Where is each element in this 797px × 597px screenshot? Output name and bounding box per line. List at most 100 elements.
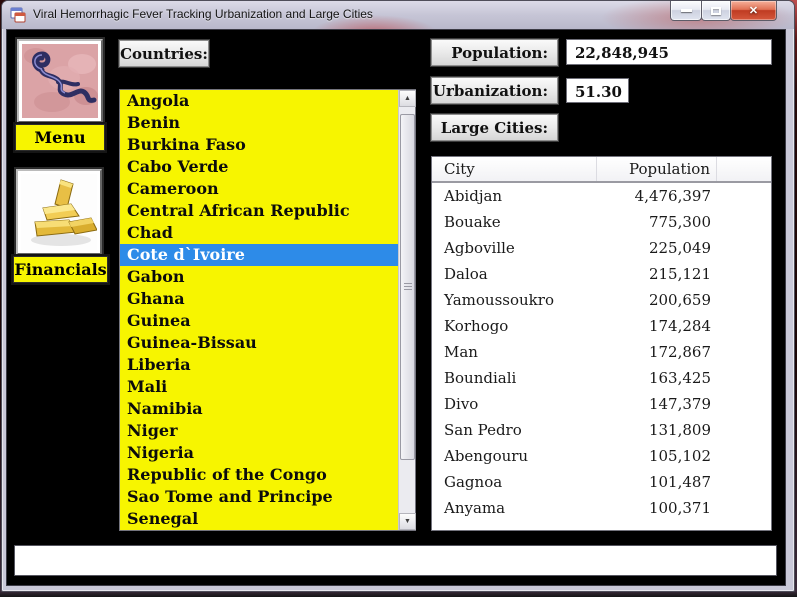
scroll-down-button[interactable]: ▼ (399, 513, 416, 530)
population-cell: 4,476,397 (634, 187, 711, 205)
menu-button-label: Menu (34, 128, 86, 147)
city-cell: Gagnoa (444, 473, 503, 491)
country-list-item[interactable]: Cameroon (120, 178, 398, 200)
table-header: City Population (432, 157, 771, 183)
city-cell: Abidjan (444, 187, 503, 205)
country-list-item[interactable]: Benin (120, 112, 398, 134)
population-label: Population: (430, 38, 559, 67)
large-cities-label-text: Large Cities: (440, 118, 548, 137)
cities-table: City Population Abidjan 4,476,397 Bouake 7… (431, 156, 772, 531)
population-cell: 105,102 (648, 447, 711, 465)
maximize-icon (711, 6, 721, 15)
status-textbox[interactable] (14, 545, 777, 576)
population-cell: 101,487 (648, 473, 711, 491)
population-cell: 775,300 (648, 213, 711, 231)
population-column-header[interactable]: Population (597, 157, 717, 181)
table-row[interactable]: Anyama 100,371 (432, 495, 771, 521)
table-row[interactable]: Agboville 225,049 (432, 235, 771, 261)
window-controls: ✕ (670, 1, 777, 21)
country-list-item[interactable]: Guinea (120, 310, 398, 332)
population-textbox[interactable] (566, 39, 772, 65)
city-column-header[interactable]: City (432, 157, 597, 181)
country-list-item[interactable]: Ghana (120, 288, 398, 310)
country-listbox[interactable]: Angola Benin Burkina Faso Cabo Verde Cam… (119, 89, 416, 531)
app-icon (10, 7, 26, 23)
table-row[interactable]: Daloa 215,121 (432, 261, 771, 287)
city-cell: Man (444, 343, 478, 361)
client-area: Menu Financials Countries: Angola Benin … (6, 29, 786, 586)
country-list-item[interactable]: Republic of the Congo (120, 464, 398, 486)
population-cell: 172,867 (648, 343, 711, 361)
country-list-item[interactable]: Angola (120, 90, 398, 112)
city-cell: Boundiali (444, 369, 517, 387)
large-cities-label: Large Cities: (430, 113, 559, 142)
financials-button-label: Financials (14, 260, 107, 279)
country-list-item[interactable]: Namibia (120, 398, 398, 420)
table-row[interactable]: Bouake 775,300 (432, 209, 771, 235)
ebola-virus-icon (22, 44, 98, 118)
thumb-grip-icon (404, 283, 412, 291)
table-row[interactable]: Abidjan 4,476,397 (432, 183, 771, 209)
scroll-up-icon: ▲ (404, 95, 411, 102)
country-list-item[interactable]: Niger (120, 420, 398, 442)
country-list-item-selected[interactable]: Cote d`Ivoire (120, 244, 398, 266)
urbanization-label: Urbanization: (430, 76, 559, 105)
gold-bars-icon (21, 174, 97, 250)
urbanization-textbox[interactable] (566, 78, 629, 103)
country-list-item[interactable]: Sao Tome and Principe (120, 486, 398, 508)
city-cell: Agboville (444, 239, 515, 257)
country-list-item[interactable]: Central African Republic (120, 200, 398, 222)
country-list-item[interactable]: Mali (120, 376, 398, 398)
country-list-item[interactable]: Liberia (120, 354, 398, 376)
scroll-down-icon: ▼ (404, 518, 411, 525)
countries-label-text: Countries: (120, 44, 208, 63)
city-cell: San Pedro (444, 421, 522, 439)
city-cell: Anyama (444, 499, 506, 517)
country-list-item[interactable]: Nigeria (120, 442, 398, 464)
financials-image-button[interactable] (14, 167, 104, 257)
table-row[interactable]: Abengouru 105,102 (432, 443, 771, 469)
titlebar[interactable]: Viral Hemorrhagic Fever Tracking Urbaniz… (2, 1, 794, 29)
country-list-item[interactable]: Cabo Verde (120, 156, 398, 178)
scroll-up-button[interactable]: ▲ (399, 90, 416, 107)
app-window: Viral Hemorrhagic Fever Tracking Urbaniz… (1, 0, 795, 592)
countries-label: Countries: (118, 39, 210, 68)
country-list-item[interactable]: Gabon (120, 266, 398, 288)
table-row[interactable]: Yamoussoukro 200,659 (432, 287, 771, 313)
table-row[interactable]: San Pedro 131,809 (432, 417, 771, 443)
population-cell: 131,809 (648, 421, 711, 439)
desktop: { "window": { "title": "Viral Hemorrhagi… (0, 0, 797, 597)
minimize-icon (680, 9, 692, 12)
city-cell: Bouake (444, 213, 501, 231)
city-cell: Abengouru (444, 447, 529, 465)
table-row[interactable]: Boundiali 163,425 (432, 365, 771, 391)
table-row[interactable]: Korhogo 174,284 (432, 313, 771, 339)
population-cell: 100,371 (648, 499, 711, 517)
country-list-item[interactable]: Burkina Faso (120, 134, 398, 156)
listbox-scrollbar[interactable]: ▲ ▼ (398, 90, 416, 530)
country-list-item[interactable]: Senegal (120, 508, 398, 530)
financials-button[interactable]: Financials (13, 256, 108, 283)
population-label-text: Population: (451, 43, 548, 62)
close-icon: ✕ (748, 5, 759, 17)
city-cell: Daloa (444, 265, 488, 283)
window-title: Viral Hemorrhagic Fever Tracking Urbaniz… (33, 7, 373, 21)
population-cell: 163,425 (648, 369, 711, 387)
table-row[interactable]: Divo 147,379 (432, 391, 771, 417)
city-cell: Korhogo (444, 317, 509, 335)
table-row[interactable]: Man 172,867 (432, 339, 771, 365)
population-cell: 174,284 (648, 317, 711, 335)
menu-image-button[interactable] (15, 37, 105, 125)
country-list-item[interactable]: Guinea-Bissau (120, 332, 398, 354)
scrollbar-thumb[interactable] (400, 114, 415, 460)
minimize-button[interactable] (670, 1, 702, 21)
close-button[interactable]: ✕ (730, 1, 777, 21)
city-cell: Divo (444, 395, 479, 413)
menu-button[interactable]: Menu (15, 124, 105, 151)
maximize-button[interactable] (701, 1, 731, 21)
population-cell: 200,659 (648, 291, 711, 309)
table-row[interactable]: Gagnoa 101,487 (432, 469, 771, 495)
country-list-item[interactable]: Chad (120, 222, 398, 244)
country-list: Angola Benin Burkina Faso Cabo Verde Cam… (120, 90, 398, 530)
urbanization-label-text: Urbanization: (432, 81, 548, 100)
